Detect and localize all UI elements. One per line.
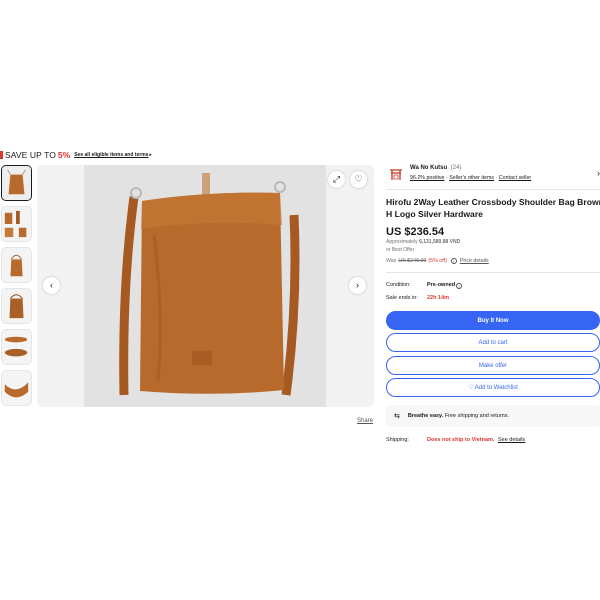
discount-badge: (5% off) <box>428 258 447 264</box>
shipping-label: Shipping: <box>386 437 409 443</box>
promo-banner: SAVE UP TO 5% See all eligible items and… <box>0 149 152 161</box>
expand-image-button[interactable]: ⤢ <box>328 171 345 188</box>
chevron-right-icon: › <box>356 280 359 290</box>
divider <box>386 189 600 190</box>
seller-positive-link[interactable]: 96.2% positive <box>410 175 444 181</box>
condition-value: Pre-owned <box>427 282 456 288</box>
return-arrows-icon: ⇆ <box>394 413 400 420</box>
returns-banner: ⇆ Breathe easy. Free shipping and return… <box>386 405 600 427</box>
shipping-value: Does not ship to Vietnam. See details <box>427 437 525 443</box>
thumbnail-2[interactable] <box>1 206 32 242</box>
condition-label: Condition: <box>386 282 411 288</box>
make-offer-button[interactable]: Make offer <box>386 356 600 375</box>
approx-price: Approximately 6,131,589.88 VND <box>386 239 460 245</box>
approx-value: 6,131,589.88 VND <box>419 239 461 245</box>
thumbnail-1[interactable] <box>1 165 32 201</box>
previous-image-button[interactable]: ‹ <box>43 277 60 294</box>
thumbnail-strip <box>0 165 35 407</box>
promo-arrow-icon: ▸ <box>149 152 152 158</box>
main-image-gallery: ‹ › ⤢ ♡ <box>37 165 374 407</box>
price: US $236.54 <box>386 226 445 238</box>
sale-ends-value: 22h 14m <box>427 295 450 301</box>
expand-icon: ⤢ <box>332 174 341 184</box>
separator-dot: · <box>445 175 448 181</box>
thumbnail-6[interactable] <box>1 370 32 406</box>
seller-logo-icon[interactable] <box>386 164 406 184</box>
info-icon[interactable]: i <box>456 283 462 289</box>
share-link[interactable]: Share <box>357 418 373 424</box>
see-details-link[interactable]: See details <box>498 437 525 443</box>
favorite-button[interactable]: ♡ <box>350 171 367 188</box>
approx-prefix: Approximately <box>386 239 418 245</box>
heart-icon: ♡ <box>354 174 363 184</box>
add-to-watchlist-button[interactable]: ♡ Add to Watchlist <box>386 378 600 397</box>
breathe-bold: Breathe easy. <box>407 413 444 419</box>
promo-percent: 5% <box>57 150 71 160</box>
product-photo[interactable] <box>84 165 326 407</box>
seller-info: Wa No Kutsu (24) 96.2% positive · Seller… <box>386 164 600 186</box>
buy-it-now-button[interactable]: Buy It Now <box>386 311 600 330</box>
separator-dot: · <box>495 175 498 181</box>
next-image-button[interactable]: › <box>349 277 366 294</box>
promo-terms-link[interactable]: See all eligible items and terms <box>74 152 148 158</box>
seller-name[interactable]: Wa No Kutsu <box>410 165 447 171</box>
thumbnail-3[interactable] <box>1 247 32 283</box>
listing-title: Hirofu 2Way Leather Crossbody Shoulder B… <box>386 196 600 220</box>
thumbnail-4[interactable] <box>1 288 32 324</box>
chevron-left-icon: ‹ <box>50 280 53 290</box>
promo-text: SAVE UP TO <box>5 150 56 160</box>
info-icon[interactable]: i <box>450 258 457 264</box>
promo-flag-icon <box>0 151 3 159</box>
thumbnail-5[interactable] <box>1 329 32 365</box>
price-details-link[interactable]: Price details <box>460 258 489 264</box>
listing-title-line-1: Hirofu 2Way Leather Crossbody Shoulder B… <box>386 197 600 207</box>
listing-title-line-2: H Logo Silver Hardware <box>386 209 483 219</box>
was-price-row: Was US $248.99 (5% off) i Price details <box>386 258 489 264</box>
contact-seller-link[interactable]: Contact seller <box>499 175 531 181</box>
was-prefix: Was <box>386 258 397 264</box>
seller-other-items-link[interactable]: Seller's other items <box>449 175 494 181</box>
seller-feedback-count: (24) <box>450 165 462 171</box>
was-price: US $248.99 <box>398 258 427 264</box>
best-offer-text: or Best Offer <box>386 247 415 253</box>
add-to-cart-button[interactable]: Add to cart <box>386 333 600 352</box>
breathe-text: Free shipping and returns. <box>444 413 509 419</box>
shipping-status: Does not ship to Vietnam. <box>427 437 495 443</box>
sale-ends-label: Sale ends in: <box>386 295 418 301</box>
divider <box>386 272 600 273</box>
